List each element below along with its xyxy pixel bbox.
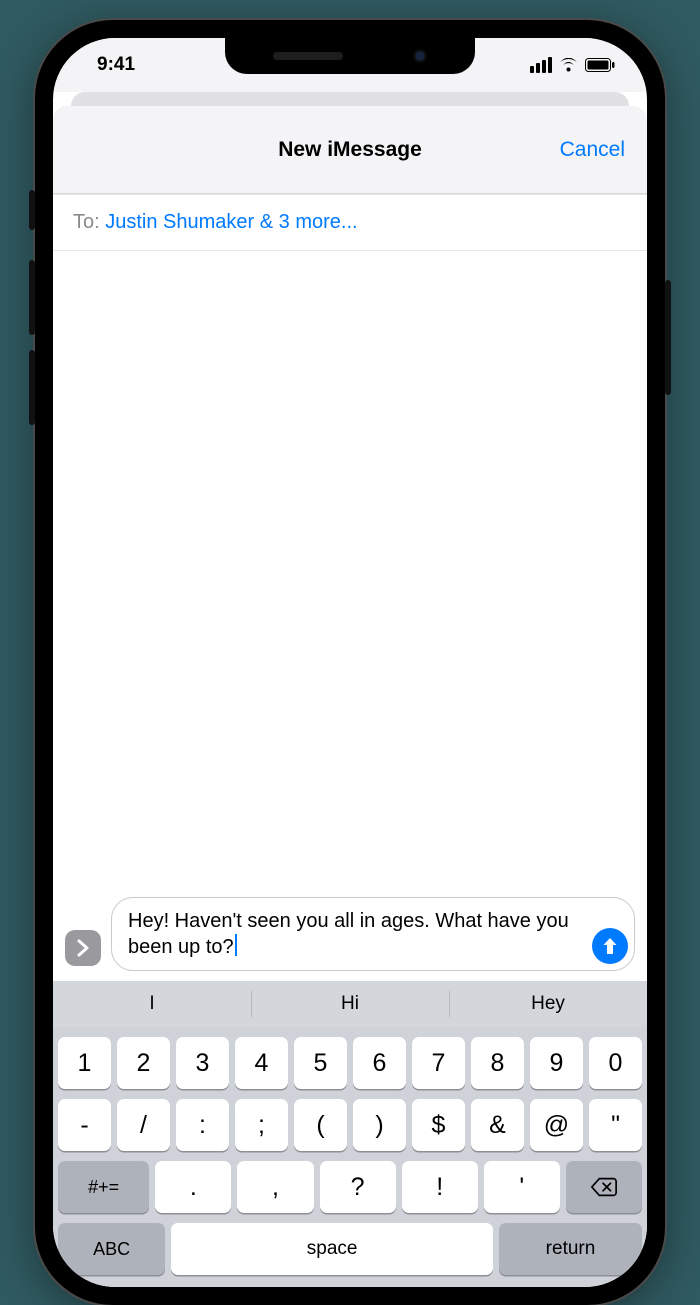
- key-row-1: 1 2 3 4 5 6 7 8 9 0: [58, 1037, 642, 1089]
- suggestion-1[interactable]: I: [53, 981, 251, 1027]
- sheet-background-peek: [71, 92, 629, 106]
- key-row-3: #+= . , ? ! ': [58, 1161, 642, 1213]
- notch: [225, 38, 475, 74]
- keyboard: I Hi Hey 1 2 3 4 5 6 7 8 9 0 -: [53, 981, 647, 1287]
- suggestion-bar: I Hi Hey: [53, 981, 647, 1027]
- key-return[interactable]: return: [499, 1223, 642, 1275]
- recipients-value: Justin Shumaker & 3 more...: [105, 211, 357, 233]
- delete-icon: [590, 1176, 618, 1198]
- power-button: [665, 280, 671, 395]
- cell-signal-icon: [530, 57, 552, 73]
- phone-frame: 9:41 New iMessage Cancel To: Justin Shum…: [35, 20, 665, 1305]
- front-camera: [413, 49, 427, 63]
- key-colon[interactable]: :: [176, 1099, 229, 1151]
- key-quote[interactable]: ": [589, 1099, 642, 1151]
- status-time: 9:41: [85, 54, 135, 76]
- nav-bar: New iMessage Cancel: [53, 106, 647, 194]
- key-semicolon[interactable]: ;: [235, 1099, 288, 1151]
- key-abc[interactable]: ABC: [58, 1223, 165, 1275]
- key-slash[interactable]: /: [117, 1099, 170, 1151]
- key-exclaim[interactable]: !: [402, 1161, 478, 1213]
- key-space[interactable]: space: [171, 1223, 493, 1275]
- key-0[interactable]: 0: [589, 1037, 642, 1089]
- key-1[interactable]: 1: [58, 1037, 111, 1089]
- screen: 9:41 New iMessage Cancel To: Justin Shum…: [53, 38, 647, 1287]
- message-input[interactable]: Hey! Haven't seen you all in ages. What …: [111, 897, 635, 971]
- message-text: Hey! Haven't seen you all in ages. What …: [128, 910, 569, 958]
- page-title: New iMessage: [278, 138, 422, 162]
- key-at[interactable]: @: [530, 1099, 583, 1151]
- to-label: To:: [73, 211, 100, 233]
- key-3[interactable]: 3: [176, 1037, 229, 1089]
- key-amp[interactable]: &: [471, 1099, 524, 1151]
- key-question[interactable]: ?: [320, 1161, 396, 1213]
- key-openparen[interactable]: (: [294, 1099, 347, 1151]
- recipients-field[interactable]: To: Justin Shumaker & 3 more...: [53, 194, 647, 251]
- key-5[interactable]: 5: [294, 1037, 347, 1089]
- key-row-2: - / : ; ( ) $ & @ ": [58, 1099, 642, 1151]
- key-delete[interactable]: [566, 1161, 642, 1213]
- key-dollar[interactable]: $: [412, 1099, 465, 1151]
- key-closeparen[interactable]: ): [353, 1099, 406, 1151]
- text-cursor: [235, 934, 237, 956]
- key-2[interactable]: 2: [117, 1037, 170, 1089]
- key-6[interactable]: 6: [353, 1037, 406, 1089]
- key-comma[interactable]: ,: [237, 1161, 313, 1213]
- cancel-button[interactable]: Cancel: [560, 138, 625, 162]
- volume-up-button: [29, 260, 35, 335]
- wifi-icon: [558, 58, 579, 73]
- compose-bar: Hey! Haven't seen you all in ages. What …: [53, 889, 647, 981]
- key-7[interactable]: 7: [412, 1037, 465, 1089]
- suggestion-2[interactable]: Hi: [251, 981, 449, 1027]
- suggestion-3[interactable]: Hey: [449, 981, 647, 1027]
- expand-apps-button[interactable]: [65, 930, 101, 966]
- battery-icon: [585, 58, 615, 72]
- volume-down-button: [29, 350, 35, 425]
- side-button: [29, 190, 35, 230]
- key-row-4: ABC space return: [58, 1223, 642, 1275]
- conversation-area: [53, 251, 647, 889]
- key-period[interactable]: .: [155, 1161, 231, 1213]
- key-9[interactable]: 9: [530, 1037, 583, 1089]
- key-dash[interactable]: -: [58, 1099, 111, 1151]
- key-apostrophe[interactable]: ': [484, 1161, 560, 1213]
- key-8[interactable]: 8: [471, 1037, 524, 1089]
- arrow-up-icon: [601, 936, 619, 956]
- key-4[interactable]: 4: [235, 1037, 288, 1089]
- new-message-sheet: New iMessage Cancel To: Justin Shumaker …: [53, 106, 647, 1287]
- speaker-grille: [273, 52, 343, 60]
- send-button[interactable]: [592, 928, 628, 964]
- key-more-symbols[interactable]: #+=: [58, 1161, 149, 1213]
- chevron-right-icon: [76, 939, 90, 957]
